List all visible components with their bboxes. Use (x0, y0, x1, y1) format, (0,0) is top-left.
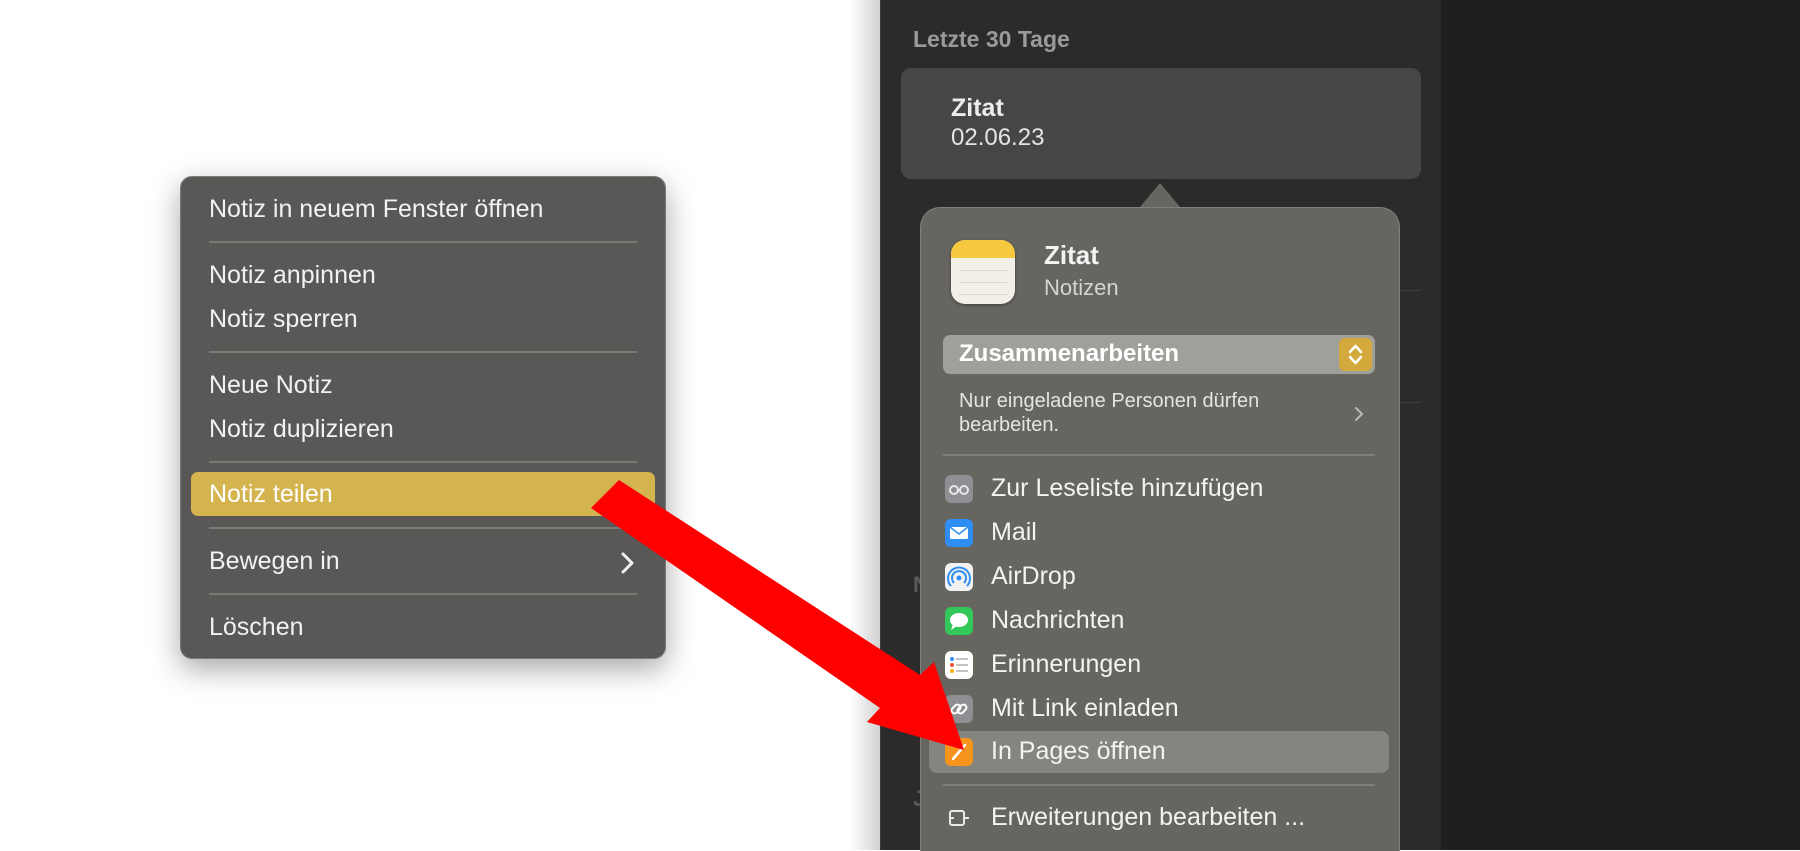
annotation-arrow (591, 480, 964, 750)
